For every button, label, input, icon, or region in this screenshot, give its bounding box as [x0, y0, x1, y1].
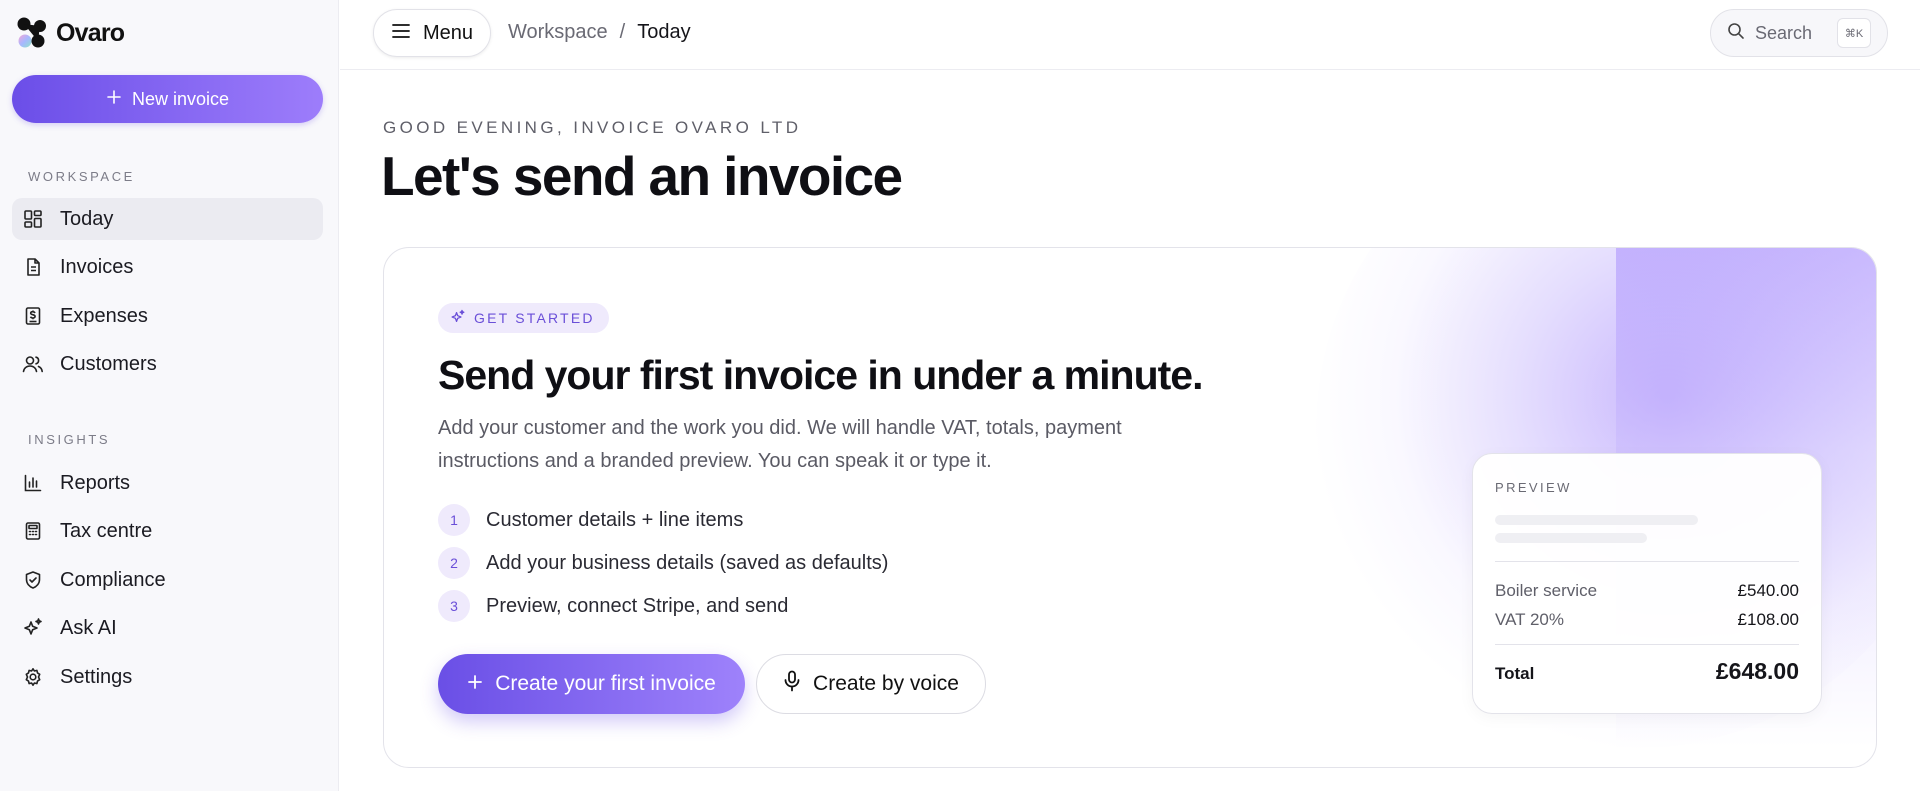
- greeting: GOOD EVENING, INVOICE OVARO LTD: [383, 118, 802, 137]
- sidebar-item-label: Reports: [60, 471, 131, 494]
- new-invoice-button[interactable]: New invoice: [12, 75, 323, 123]
- brand-logo[interactable]: Ovaro: [16, 17, 125, 49]
- section-label-workspace: WORKSPACE: [28, 169, 135, 184]
- step-text: Customer details + line items: [486, 508, 744, 531]
- step-item: 2 Add your business details (saved as de…: [438, 547, 888, 579]
- sparkles-icon: [22, 617, 44, 639]
- preview-row-label: VAT 20%: [1495, 610, 1564, 629]
- preview-row: VAT 20% £108.00: [1495, 610, 1799, 630]
- sidebar-item-label: Expenses: [60, 304, 148, 327]
- document-icon: [22, 256, 44, 278]
- card-description: Add your customer and the work you did. …: [438, 417, 1122, 472]
- new-invoice-label: New invoice: [131, 88, 230, 109]
- search-shortcut-badge: ⌘K: [1837, 18, 1871, 48]
- breadcrumb-workspace[interactable]: Workspace: [508, 21, 608, 44]
- cta-label: Create your first invoice: [495, 672, 716, 695]
- sidebar-item-label: Compliance: [60, 568, 166, 591]
- sidebar: Ovaro New invoice WORKSPACE Today Invoic…: [0, 0, 339, 791]
- sidebar-item-settings[interactable]: Settings: [12, 656, 323, 698]
- search-box[interactable]: Search ⌘K: [1710, 9, 1888, 57]
- sidebar-item-label: Invoices: [60, 255, 134, 278]
- brand-name: Ovaro: [56, 18, 125, 47]
- preview-row: Boiler service £540.00: [1495, 581, 1799, 601]
- sidebar-item-tax-centre[interactable]: Tax centre: [12, 510, 323, 552]
- dashboard-icon: [22, 208, 44, 230]
- ovaro-logo-icon: [16, 17, 50, 49]
- plus-icon: [467, 672, 483, 696]
- sidebar-item-compliance[interactable]: Compliance: [12, 559, 323, 601]
- create-by-voice-button[interactable]: Create by voice: [756, 654, 986, 714]
- sidebar-item-expenses[interactable]: Expenses: [12, 295, 323, 337]
- preview-total-label: Total: [1495, 664, 1535, 683]
- step-text: Preview, connect Stripe, and send: [486, 594, 789, 617]
- invoice-preview: PREVIEW Boiler service £540.00 VAT 20% £…: [1472, 453, 1822, 714]
- step-item: 3 Preview, connect Stripe, and send: [438, 590, 788, 622]
- preview-total-value: £648.00: [1715, 658, 1799, 684]
- skeleton-line: [1495, 533, 1647, 543]
- badge-label: GET STARTED: [474, 310, 595, 326]
- skeleton-line: [1495, 515, 1698, 525]
- menu-button[interactable]: Menu: [373, 9, 491, 57]
- sidebar-item-label: Tax centre: [60, 519, 153, 542]
- users-icon: [22, 353, 44, 375]
- step-number: 2: [438, 547, 470, 579]
- preview-label: PREVIEW: [1495, 480, 1572, 495]
- create-first-invoice-button[interactable]: Create your first invoice: [438, 654, 745, 714]
- get-started-badge: GET STARTED: [438, 303, 609, 333]
- sidebar-item-ask-ai[interactable]: Ask AI: [12, 607, 323, 649]
- search-placeholder: Search: [1755, 22, 1813, 43]
- breadcrumb-current: Today: [637, 21, 691, 43]
- breadcrumb: Workspace / Today: [508, 21, 691, 44]
- sidebar-item-reports[interactable]: Reports: [12, 462, 323, 504]
- sidebar-item-label: Settings: [60, 665, 133, 688]
- search-icon: [1727, 22, 1745, 45]
- sidebar-item-label: Today: [60, 207, 114, 230]
- gear-icon: [22, 666, 44, 688]
- preview-row-value: £540.00: [1737, 581, 1799, 600]
- sidebar-item-customers[interactable]: Customers: [12, 343, 323, 385]
- bar-chart-icon: [22, 472, 44, 494]
- microphone-icon: [783, 670, 801, 698]
- section-label-insights: INSIGHTS: [28, 432, 111, 447]
- voice-label: Create by voice: [813, 672, 959, 695]
- receipt-dollar-icon: [22, 305, 44, 327]
- card-title: Send your first invoice in under a minut…: [438, 352, 1203, 398]
- sidebar-item-today[interactable]: Today: [12, 198, 323, 240]
- divider: [1495, 644, 1799, 645]
- divider: [1495, 561, 1799, 562]
- sparkles-icon: [450, 309, 466, 328]
- hamburger-icon: [391, 22, 411, 45]
- step-text: Add your business details (saved as defa…: [486, 551, 889, 574]
- step-number: 1: [438, 504, 470, 536]
- step-item: 1 Customer details + line items: [438, 504, 743, 536]
- plus-icon: [106, 89, 122, 110]
- get-started-card: GET STARTED Send your first invoice in u…: [383, 247, 1877, 768]
- page-title: Let's send an invoice: [381, 145, 903, 207]
- sidebar-item-label: Customers: [60, 352, 157, 375]
- menu-label: Menu: [422, 21, 474, 44]
- step-number: 3: [438, 590, 470, 622]
- preview-row-value: £108.00: [1737, 610, 1799, 629]
- sidebar-item-invoices[interactable]: Invoices: [12, 246, 323, 288]
- sidebar-item-label: Ask AI: [60, 616, 117, 639]
- breadcrumb-separator: /: [619, 21, 626, 43]
- topbar: Menu Workspace / Today Search ⌘K: [340, 0, 1920, 70]
- preview-row-label: Boiler service: [1495, 581, 1598, 600]
- shield-check-icon: [22, 569, 44, 591]
- calculator-icon: [22, 520, 44, 542]
